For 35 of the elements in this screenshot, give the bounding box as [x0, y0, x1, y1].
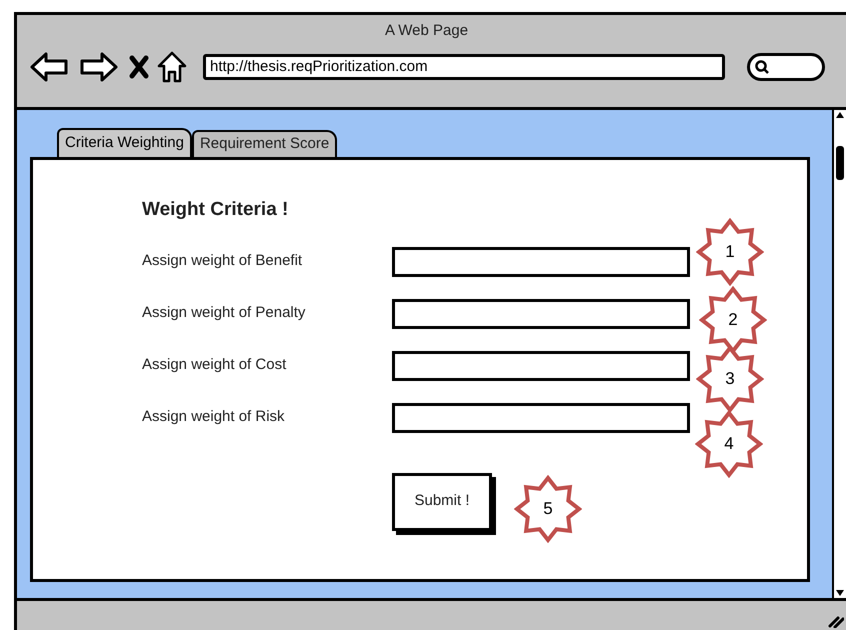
- vertical-scrollbar[interactable]: [832, 110, 846, 598]
- marker-number: 3: [725, 368, 735, 390]
- form-heading: Weight Criteria !: [142, 199, 288, 220]
- field-label: Assign weight of Benefit: [142, 251, 304, 272]
- forward-arrow-icon[interactable]: [79, 51, 119, 83]
- marker-number: 2: [728, 309, 738, 332]
- scroll-up-icon[interactable]: [835, 110, 845, 120]
- star-marker-icon: [696, 218, 764, 286]
- input-field[interactable]: [392, 402, 690, 432]
- input-field[interactable]: [392, 246, 690, 276]
- scroll-thumb[interactable]: [836, 146, 844, 180]
- window-title: A Web Page: [384, 22, 468, 39]
- field-label: Assign weight of Cost: [142, 355, 288, 376]
- close-icon[interactable]: [129, 55, 149, 79]
- address-field[interactable]: http://thesis.reqPrioritization.com: [203, 54, 725, 80]
- marker-number: 1: [725, 241, 735, 264]
- home-icon[interactable]: [157, 51, 187, 83]
- field-label: Assign weight of Penalty: [142, 303, 306, 324]
- resize-grip-icon[interactable]: [828, 614, 844, 628]
- field-label: Assign weight of Risk: [142, 407, 286, 428]
- marker-number: 5: [543, 498, 553, 520]
- back-arrow-icon[interactable]: [29, 51, 69, 83]
- search-icon: [754, 59, 770, 75]
- scroll-down-icon[interactable]: [835, 588, 845, 598]
- url-text: http://thesis.reqPrioritization.com: [210, 56, 428, 77]
- tab[interactable]: Criteria Weighting: [57, 128, 192, 157]
- tab[interactable]: Requirement Score: [192, 130, 338, 157]
- input-field[interactable]: [392, 350, 690, 380]
- marker-number: 4: [724, 433, 734, 456]
- star-marker-icon: [514, 475, 582, 543]
- input-field[interactable]: [392, 298, 690, 328]
- star-marker-icon: [696, 345, 764, 413]
- star-marker-icon: [695, 410, 763, 478]
- search-field[interactable]: [747, 53, 825, 81]
- star-marker-icon: [699, 286, 767, 354]
